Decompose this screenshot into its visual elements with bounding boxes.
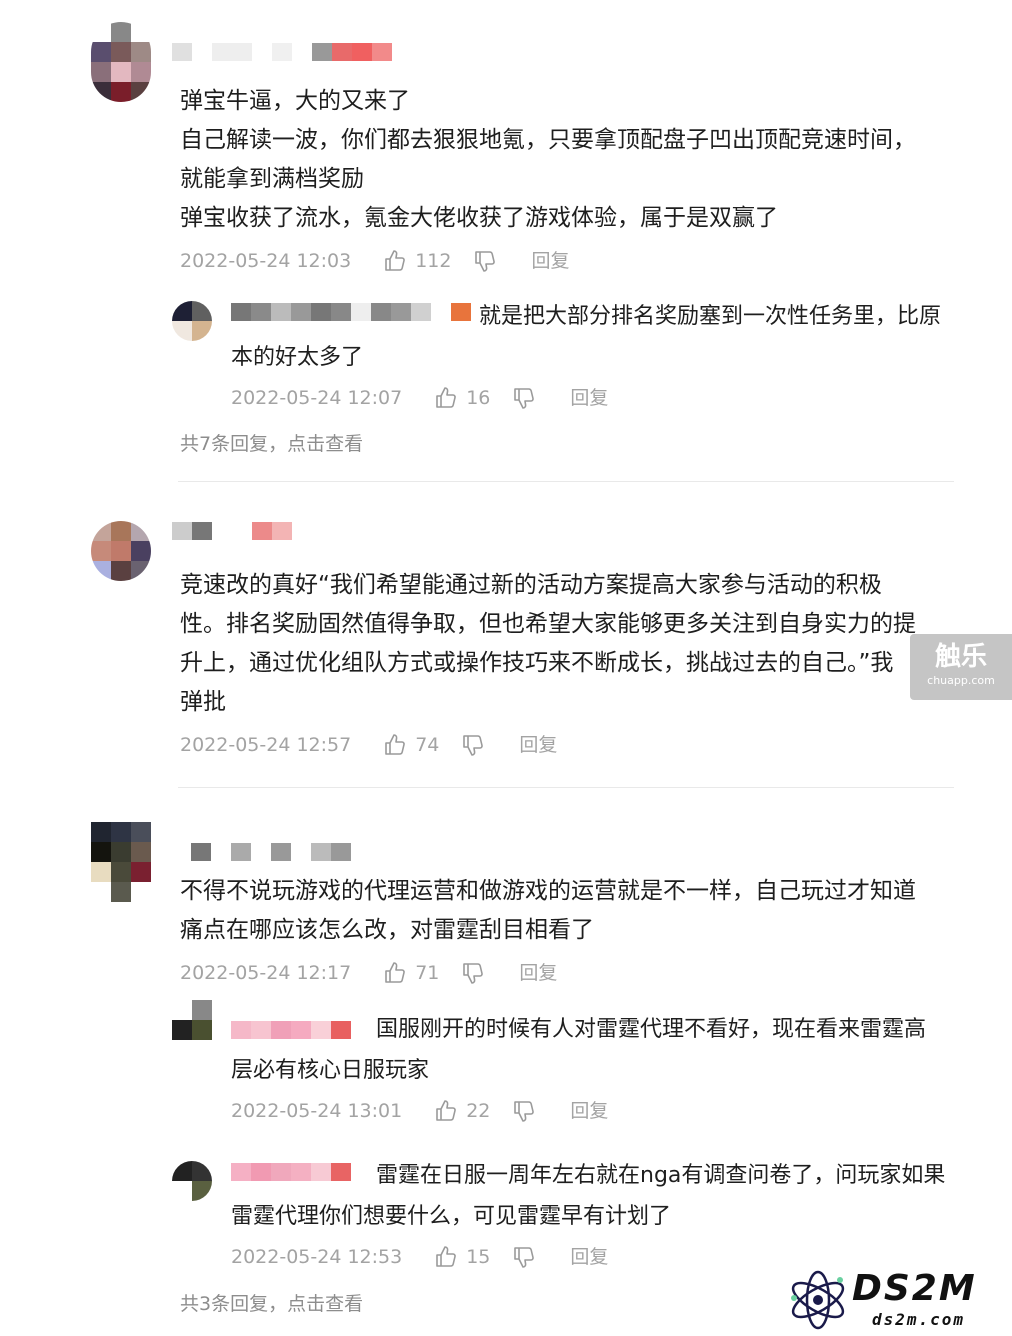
reply-date: 2022-05-24 12:07 (231, 387, 403, 409)
like-button[interactable]: 22 (434, 1099, 490, 1123)
chuapp-watermark: 触乐 chuapp.com (910, 634, 1012, 700)
dislike-button[interactable] (512, 1099, 536, 1123)
username[interactable] (172, 43, 392, 61)
like-button[interactable]: 74 (383, 733, 439, 757)
reply-avatar[interactable] (172, 301, 212, 341)
reply-meta: 2022-05-24 13:01 22 回复 (231, 1099, 608, 1123)
like-button[interactable]: 112 (383, 249, 451, 273)
thumbs-down-icon[interactable] (461, 961, 485, 985)
dislike-button[interactable] (461, 733, 485, 757)
dislike-button[interactable] (461, 961, 485, 985)
reply-line: 雷霆在日服一周年左右就在nga有调查问卷了，问玩家如果 (376, 1163, 946, 1188)
reply-button[interactable]: 回复 (570, 1099, 608, 1123)
thumbs-down-icon[interactable] (461, 733, 485, 757)
comment-line: 就能拿到满档奖励 (180, 166, 364, 192)
dislike-button[interactable] (473, 249, 497, 273)
thumbs-up-icon[interactable] (434, 1099, 458, 1123)
like-count: 22 (466, 1100, 491, 1122)
reply-avatar[interactable] (172, 1161, 212, 1201)
comment-line: 性。排名奖励固然值得争取，但也希望大家能够更多关注到自身实力的提 (180, 611, 916, 637)
avatar[interactable] (91, 822, 151, 902)
ds2m-url: ds2m.com (872, 1310, 966, 1329)
comment-line: 自己解读一波，你们都去狠狠地氪，只要拿顶配盘子凹出顶配竞速时间， (180, 127, 916, 153)
like-button[interactable]: 71 (383, 961, 439, 985)
reply-button[interactable]: 回复 (570, 386, 608, 410)
comment-date: 2022-05-24 12:03 (180, 250, 352, 272)
thumbs-down-icon[interactable] (512, 386, 536, 410)
thumbs-up-icon[interactable] (434, 1245, 458, 1269)
thumbs-down-icon[interactable] (473, 249, 497, 273)
reply-button[interactable]: 回复 (519, 961, 557, 985)
thumbs-up-icon[interactable] (383, 249, 407, 273)
thumbs-up-icon[interactable] (434, 386, 458, 410)
comment-meta: 2022-05-24 12:17 71 回复 (180, 961, 557, 985)
dislike-button[interactable] (512, 386, 536, 410)
reply-button[interactable]: 回复 (519, 733, 557, 757)
reply-line: 层必有核心日服玩家 (231, 1058, 430, 1083)
like-button[interactable]: 15 (434, 1245, 490, 1269)
reply-text: 就是把大部分排名奖励塞到一次性任务里，比原 本的好太多了 (231, 296, 941, 378)
reply-meta: 2022-05-24 12:53 15 回复 (231, 1245, 608, 1269)
comment-line: 痛点在哪应该怎么改，对雷霆刮目相看了 (180, 917, 594, 943)
divider (178, 481, 954, 482)
reply-line: 雷霆代理你们想要什么，可见雷霆早有计划了 (231, 1204, 672, 1229)
reply-meta: 2022-05-24 12:07 16 回复 (231, 386, 608, 410)
comment-date: 2022-05-24 12:57 (180, 734, 352, 756)
comment-text: 不得不说玩游戏的代理运营和做游戏的运营就是不一样，自己玩过才知道 痛点在哪应该怎… (180, 872, 916, 950)
reply-line: 就是把大部分排名奖励塞到一次性任务里，比原 (479, 304, 942, 329)
reply-text: 国服刚开的时候有人对雷霆代理不看好，现在看来雷霆高 层必有核心日服玩家 (231, 1009, 926, 1091)
dislike-button[interactable] (512, 1245, 536, 1269)
like-count: 15 (466, 1246, 491, 1268)
ds2m-logo-text: DS2M (852, 1268, 977, 1309)
thumbs-up-icon[interactable] (383, 961, 407, 985)
chuapp-logo-text: 触乐 (934, 642, 987, 672)
comment-line: 竞速改的真好“我们希望能通过新的活动方案提高大家参与活动的积极 (180, 572, 882, 598)
comment-text: 竞速改的真好“我们希望能通过新的活动方案提高大家参与活动的积极 性。排名奖励固然… (180, 566, 916, 722)
reply-line: 国服刚开的时候有人对雷霆代理不看好，现在看来雷霆高 (376, 1017, 927, 1042)
comment-line: 弹批 (180, 689, 226, 715)
reply-line: 本的好太多了 (231, 345, 364, 370)
like-button[interactable]: 16 (434, 386, 490, 410)
comment-line: 弹宝收获了流水，氪金大佬收获了游戏体验，属于是双赢了 (180, 205, 778, 231)
thumbs-up-icon[interactable] (383, 733, 407, 757)
comment-date: 2022-05-24 12:17 (180, 962, 352, 984)
thumbs-down-icon[interactable] (512, 1099, 536, 1123)
comment-line: 升上，通过优化组队方式或操作技巧来不断成长，挑战过去的自己。”我 (180, 650, 894, 676)
comment-line: 不得不说玩游戏的代理运营和做游戏的运营就是不一样，自己玩过才知道 (180, 878, 916, 904)
view-more-replies[interactable]: 共7条回复，点击查看 (180, 432, 363, 456)
chuapp-url: chuapp.com (927, 674, 995, 687)
comment-1: 弹宝牛逼，大的又来了 自己解读一波，你们都去狠狠地氪，只要拿顶配盘子凹出顶配竞速… (0, 0, 1012, 480)
ds2m-watermark: DS2M ds2m.com (786, 1266, 1006, 1332)
atom-logo-icon (791, 1270, 845, 1330)
reply-text: 雷霆在日服一周年左右就在nga有调查问卷了，问玩家如果 雷霆代理你们想要什么，可… (231, 1155, 945, 1237)
divider (178, 787, 954, 788)
comment-line: 弹宝牛逼，大的又来了 (180, 88, 410, 114)
like-count: 16 (466, 387, 491, 409)
like-count: 71 (415, 962, 440, 984)
username[interactable] (191, 843, 351, 861)
avatar[interactable] (91, 22, 151, 102)
like-count: 112 (415, 250, 452, 272)
reply-date: 2022-05-24 13:01 (231, 1100, 403, 1122)
reply-button[interactable]: 回复 (570, 1245, 608, 1269)
avatar[interactable] (91, 521, 151, 581)
reply-button[interactable]: 回复 (531, 249, 569, 273)
comment-text: 弹宝牛逼，大的又来了 自己解读一波，你们都去狠狠地氪，只要拿顶配盘子凹出顶配竞速… (180, 82, 916, 238)
thumbs-down-icon[interactable] (512, 1245, 536, 1269)
comment-meta: 2022-05-24 12:03 112 回复 (180, 249, 570, 273)
view-more-replies[interactable]: 共3条回复，点击查看 (180, 1292, 363, 1316)
reply-avatar[interactable] (172, 1000, 212, 1040)
like-count: 74 (415, 734, 440, 756)
reply-date: 2022-05-24 12:53 (231, 1246, 403, 1268)
comment-meta: 2022-05-24 12:57 74 回复 (180, 733, 557, 757)
username[interactable] (172, 522, 292, 540)
